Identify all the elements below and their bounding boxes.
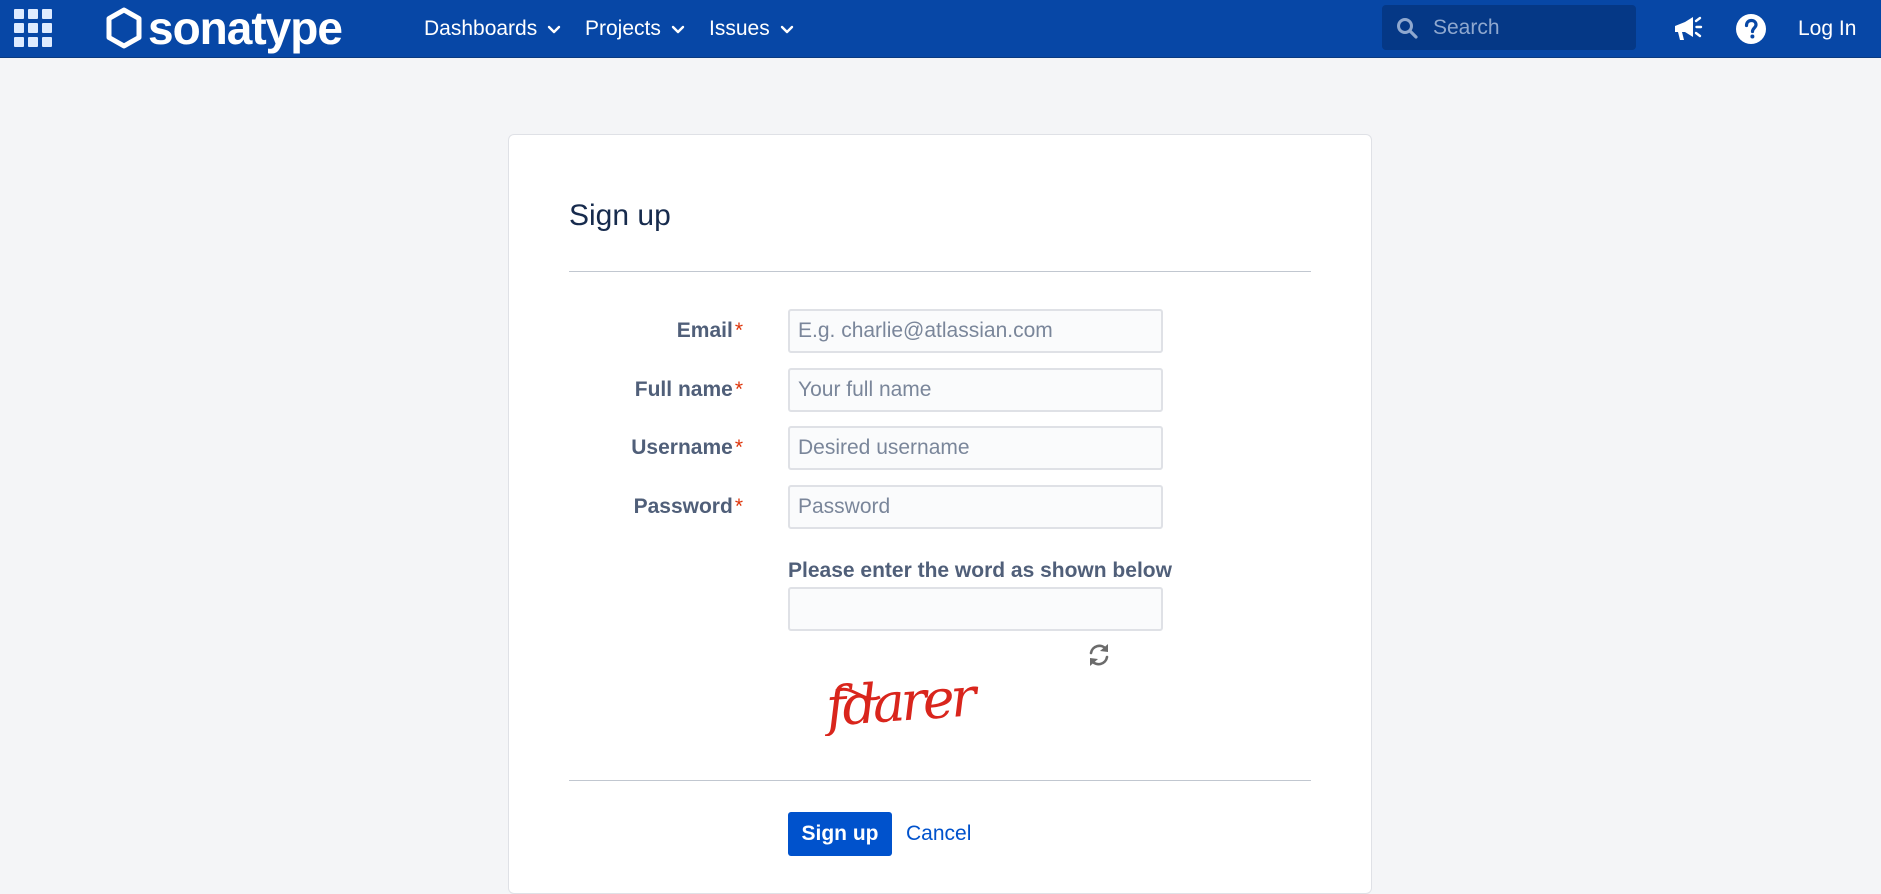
- required-marker: *: [734, 436, 743, 459]
- username-label-text: Username: [631, 436, 733, 459]
- username-label: Username *: [631, 426, 743, 470]
- chevron-down-icon: [671, 25, 685, 34]
- nav-issues-label: Issues: [709, 17, 770, 40]
- fullname-label: Full name *: [635, 368, 743, 412]
- title-divider: [569, 271, 1311, 272]
- password-label-text: Password: [633, 495, 733, 518]
- required-marker: *: [734, 319, 743, 342]
- search-input[interactable]: [1431, 14, 1625, 41]
- email-label-text: Email: [676, 319, 733, 342]
- footer-divider: [569, 780, 1311, 781]
- megaphone-icon[interactable]: [1668, 10, 1706, 48]
- password-field[interactable]: [788, 485, 1163, 529]
- sonatype-logo[interactable]: sonatype: [104, 2, 343, 54]
- app-switcher-icon[interactable]: [14, 9, 52, 47]
- top-navigation-bar: sonatype Dashboards Projects Issues Sear…: [0, 0, 1881, 58]
- captcha-image: fdarer: [820, 661, 982, 739]
- logo-text: sonatype: [148, 2, 343, 54]
- hexagon-logo-icon: [106, 7, 142, 49]
- nav-dashboards[interactable]: Dashboards: [424, 0, 562, 58]
- nav-dashboards-label: Dashboards: [424, 17, 538, 40]
- signup-card: Sign up Email* Full name* Username* Pass…: [508, 134, 1372, 894]
- nav-projects-label: Projects: [585, 17, 661, 40]
- required-marker: *: [734, 495, 743, 518]
- help-icon[interactable]: [1732, 10, 1770, 48]
- captcha-input[interactable]: [788, 587, 1163, 631]
- login-link[interactable]: Log In: [1798, 0, 1856, 58]
- captcha-label: Please enter the word as shown below: [788, 559, 1172, 582]
- email-label: Email *: [677, 309, 743, 353]
- fullname-field[interactable]: [788, 368, 1163, 412]
- chevron-down-icon: [780, 25, 793, 34]
- signup-button[interactable]: Sign up: [788, 812, 892, 856]
- captcha-word-graphic: fdarer: [820, 665, 982, 739]
- refresh-icon[interactable]: [1084, 640, 1114, 670]
- password-label: Password *: [634, 485, 743, 529]
- fullname-label-text: Full name: [634, 378, 733, 401]
- search-box[interactable]: [1382, 5, 1636, 50]
- nav-issues[interactable]: Issues: [709, 0, 795, 58]
- svg-text:fdarer: fdarer: [822, 665, 982, 736]
- required-marker: *: [734, 378, 743, 401]
- cancel-link[interactable]: Cancel: [906, 812, 971, 856]
- nav-projects[interactable]: Projects: [585, 0, 686, 58]
- search-icon: [1397, 17, 1418, 39]
- email-field[interactable]: [788, 309, 1163, 353]
- page-title: Sign up: [569, 199, 671, 232]
- username-field[interactable]: [788, 426, 1163, 470]
- chevron-down-icon: [548, 25, 561, 34]
